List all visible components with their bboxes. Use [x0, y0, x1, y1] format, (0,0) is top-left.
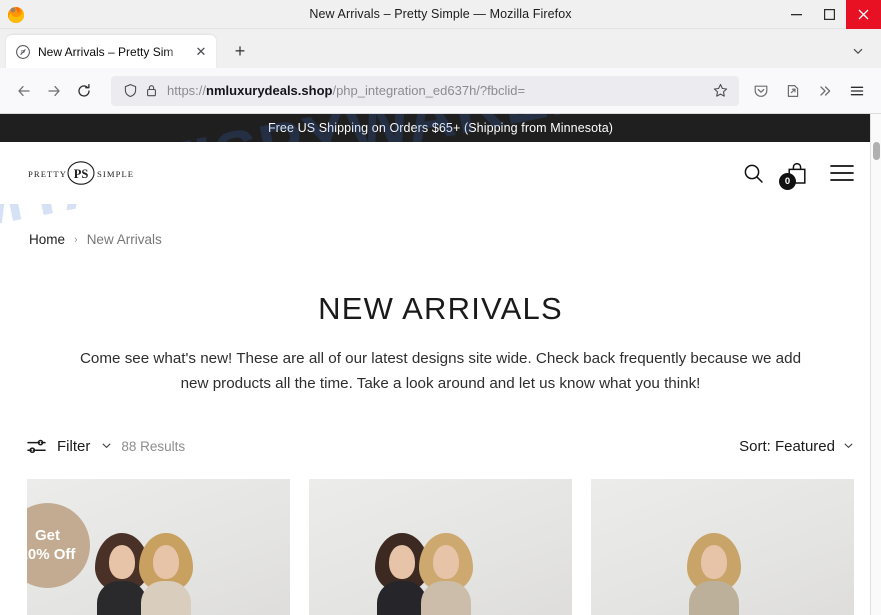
breadcrumb-separator-icon: › [74, 233, 78, 246]
page-scrollbar[interactable] [870, 114, 881, 615]
site-favicon-icon: P [15, 44, 31, 60]
back-button[interactable] [9, 76, 39, 106]
url-host: nmluxurydeals.shop [206, 83, 333, 98]
new-tab-button[interactable]: + [225, 36, 255, 66]
product-card[interactable]: Get 20% Off [27, 479, 290, 615]
reload-button[interactable] [69, 76, 99, 106]
sort-label: Sort: Featured [739, 438, 835, 456]
filter-label: Filter [57, 438, 91, 456]
product-model-figure [687, 533, 741, 615]
page-viewport: Free US Shipping on Orders $65+ (Shippin… [0, 114, 881, 615]
menu-icon[interactable] [830, 164, 854, 182]
page-content: Home › New Arrivals NEW ARRIVALS Come se… [0, 204, 881, 615]
product-model-figure [419, 533, 473, 615]
url-text[interactable]: https://nmluxurydeals.shop/php_integrati… [167, 83, 707, 98]
sort-dropdown[interactable]: Sort: Featured [739, 438, 854, 455]
sort-chevron-down-icon [843, 440, 854, 454]
window-title: New Arrivals – Pretty Simple — Mozilla F… [309, 7, 572, 21]
app-menu-icon[interactable] [842, 76, 872, 106]
product-card[interactable] [591, 479, 854, 615]
window-controls [780, 0, 881, 29]
header-icon-group: 0 [743, 162, 854, 190]
site-logo[interactable]: PRETTY PS SIMPLE [27, 158, 135, 188]
pocket-icon[interactable] [746, 76, 776, 106]
breadcrumb: Home › New Arrivals [0, 204, 881, 247]
product-card[interactable] [309, 479, 572, 615]
svg-text:P: P [21, 50, 25, 56]
tab-strip: P New Arrivals – Pretty Sim ✕ + [0, 29, 881, 68]
url-scheme: https:// [167, 83, 207, 98]
url-path: /php_integration_ed637h/?fbclid= [332, 83, 526, 98]
site-header: PRETTY PS SIMPLE 0 [0, 142, 881, 204]
search-icon[interactable] [743, 163, 764, 184]
page-title: NEW ARRIVALS [318, 291, 563, 326]
product-grid: Get 20% Off [0, 479, 881, 615]
results-count: 88 Results [121, 439, 186, 455]
filter-sort-bar: Filter 88 Results Sort: Featured [0, 438, 881, 455]
cart-icon[interactable]: 0 [779, 162, 808, 190]
toolbar-right-icons [746, 76, 872, 106]
announcement-bar: Free US Shipping on Orders $65+ (Shippin… [0, 114, 881, 142]
svg-text:PS: PS [74, 167, 89, 181]
filter-button[interactable]: Filter [27, 438, 112, 455]
tab-title: New Arrivals – Pretty Sim [38, 44, 174, 59]
close-button[interactable] [846, 0, 881, 29]
product-model-figure [139, 533, 193, 615]
navigation-toolbar: https://nmluxurydeals.shop/php_integrati… [0, 68, 881, 114]
breadcrumb-home-link[interactable]: Home [29, 232, 65, 247]
minimize-button[interactable] [780, 0, 813, 29]
browser-tab-active[interactable]: P New Arrivals – Pretty Sim ✕ [6, 35, 216, 68]
url-bar[interactable]: https://nmluxurydeals.shop/php_integrati… [111, 75, 739, 106]
share-icon[interactable] [778, 76, 808, 106]
page-description: Come see what's new! These are all of ou… [79, 350, 802, 392]
filter-sliders-icon [27, 438, 46, 455]
firefox-logo-icon [6, 4, 26, 24]
lock-icon[interactable] [142, 82, 160, 100]
shield-icon[interactable] [121, 82, 139, 100]
cart-count-badge: 0 [779, 172, 796, 190]
filter-chevron-down-icon [101, 440, 112, 454]
tab-close-icon[interactable]: ✕ [192, 43, 210, 61]
scrollbar-thumb[interactable] [873, 142, 880, 160]
breadcrumb-current: New Arrivals [86, 232, 162, 247]
overflow-chevrons-icon[interactable] [810, 76, 840, 106]
svg-text:SIMPLE: SIMPLE [97, 169, 134, 179]
list-all-tabs-icon[interactable] [847, 40, 869, 62]
maximize-button[interactable] [813, 0, 846, 29]
forward-button[interactable] [39, 76, 69, 106]
window-titlebar: New Arrivals – Pretty Simple — Mozilla F… [0, 0, 881, 29]
promo-badge-line2: 20% Off [27, 545, 76, 563]
svg-text:PRETTY: PRETTY [28, 169, 67, 179]
promo-badge-line1: Get [34, 527, 60, 545]
bookmark-star-icon[interactable] [707, 78, 733, 104]
